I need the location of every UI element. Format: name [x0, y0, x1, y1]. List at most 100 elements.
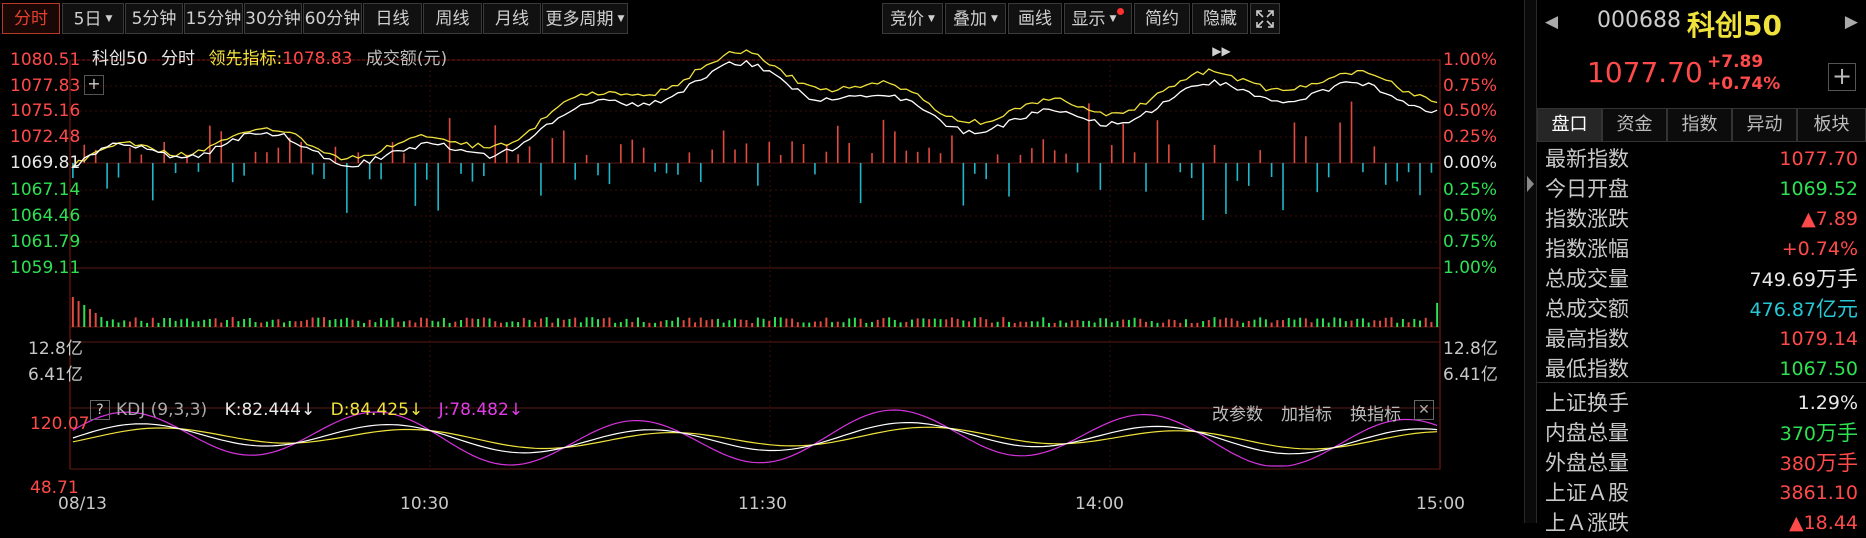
- pct-tick: 0.75%: [1443, 232, 1498, 252]
- price-tick: 1080.51: [10, 50, 81, 70]
- auction-label: 竞价: [890, 9, 925, 30]
- pct-tick: 1.00%: [1443, 50, 1498, 70]
- notification-dot-icon: [1117, 8, 1125, 15]
- fullscreen-icon: [1256, 10, 1274, 28]
- legend-mode: 分时: [161, 49, 196, 69]
- time-axis-1500: 15:00: [1416, 494, 1465, 514]
- collapse-arrow-icon[interactable]: [1527, 176, 1534, 192]
- chevron-down-icon: ▼: [1109, 14, 1117, 24]
- quote-row-unit: 万手: [1816, 421, 1858, 445]
- period-30min-button[interactable]: 30分钟: [244, 3, 302, 34]
- pct-tick: 0.25%: [1443, 180, 1498, 200]
- period-15min-button[interactable]: 15分钟: [184, 3, 243, 34]
- quote-row: 今日开盘 1069.52: [1545, 174, 1858, 204]
- quote-row-unit: 亿元: [1816, 297, 1858, 321]
- quote-row-value: 370万手: [1780, 418, 1858, 449]
- quote-row: 上证换手 1.29%: [1545, 388, 1858, 418]
- quote-row: 上证Ａ股 3861.10: [1545, 478, 1858, 508]
- kdj-axis-top: 120.07: [30, 414, 90, 434]
- fullscreen-button[interactable]: [1250, 3, 1280, 34]
- intraday-chart[interactable]: [0, 38, 1524, 523]
- quote-row-key: 上证Ａ股: [1545, 481, 1629, 505]
- quote-row-value: 749.69万手: [1750, 264, 1858, 295]
- period-month-button[interactable]: 月线: [483, 3, 541, 34]
- quote-row-key: 指数涨跌: [1545, 207, 1629, 231]
- quote-row-value: 1067.50: [1779, 354, 1858, 384]
- overlay-button[interactable]: 叠加 ▼: [945, 3, 1006, 34]
- quote-row-key: 今日开盘: [1545, 177, 1629, 201]
- period-more-button[interactable]: 更多周期 ▼: [542, 3, 628, 34]
- price-tick: 1059.11: [10, 258, 81, 278]
- kdj-d-value: D:84.425↓: [330, 400, 424, 420]
- kdj-k-line: [72, 422, 1438, 455]
- period-day-button[interactable]: 日线: [363, 3, 422, 34]
- quote-row-number: 380: [1779, 453, 1816, 475]
- quote-row-number: 1067.50: [1779, 358, 1858, 380]
- pct-tick: 0.50%: [1443, 206, 1498, 226]
- pct-tick: 0.75%: [1443, 76, 1498, 96]
- next-stock-icon[interactable]: ▶: [1845, 12, 1858, 32]
- period-5min-button[interactable]: 5分钟: [125, 3, 183, 34]
- draw-line-button[interactable]: 画线: [1008, 3, 1062, 34]
- quote-row-key: 最低指数: [1545, 357, 1629, 381]
- add-plus-icon[interactable]: +: [84, 75, 104, 95]
- quote-change: +7.89: [1707, 52, 1764, 72]
- price-tick: 1064.46: [10, 206, 81, 226]
- time-axis-1400: 14:00: [1075, 494, 1124, 514]
- quote-row-number: 476.87: [1749, 299, 1816, 321]
- quote-row-number: 1079.14: [1779, 328, 1858, 350]
- quote-name: 科创50: [1687, 9, 1782, 42]
- price-tick: 1072.48: [10, 127, 81, 147]
- quote-row: 外盘总量 380万手: [1545, 448, 1858, 478]
- period-more-label: 更多周期: [545, 9, 614, 30]
- close-icon[interactable]: ✕: [1414, 400, 1434, 420]
- quote-row-key: 最高指数: [1545, 327, 1629, 351]
- quote-row-number: +0.74%: [1781, 238, 1858, 260]
- period-5day-button[interactable]: 5日 ▼: [62, 3, 124, 34]
- kdj-title: KDJ (9,3,3): [116, 400, 208, 420]
- quote-row: 上Ａ涨跌 ▲18.44: [1545, 508, 1858, 538]
- hide-button[interactable]: 隐藏▶▶: [1192, 3, 1248, 58]
- quote-row-number: 1.29%: [1797, 392, 1858, 414]
- simple-button[interactable]: 简约: [1134, 3, 1190, 34]
- quote-row-key: 上证换手: [1545, 391, 1629, 415]
- chevron-down-icon: ▼: [105, 14, 113, 24]
- quote-row-key: 指数涨幅: [1545, 237, 1629, 261]
- price-tick: 1077.83: [10, 76, 81, 96]
- tab-index[interactable]: 指数: [1667, 108, 1732, 142]
- period-fenshi-button[interactable]: 分时: [2, 3, 60, 34]
- quote-row-value: 476.87亿元: [1750, 294, 1858, 325]
- kdj-add-indicator-link[interactable]: 加指标: [1281, 400, 1332, 425]
- quote-row-number: 1069.52: [1779, 178, 1858, 200]
- quote-row-key: 内盘总量: [1545, 421, 1629, 445]
- legend-leading-value: 1078.83: [282, 49, 353, 69]
- volume-axis-mid: 6.41亿: [28, 365, 83, 385]
- display-label: 显示: [1071, 9, 1106, 30]
- period-60min-button[interactable]: 60分钟: [303, 3, 362, 34]
- help-icon[interactable]: ?: [90, 400, 110, 420]
- period-week-button[interactable]: 周线: [423, 3, 482, 34]
- panel-divider[interactable]: [1524, 0, 1537, 523]
- tab-sector[interactable]: 板块: [1797, 108, 1866, 142]
- quote-row-key: 外盘总量: [1545, 451, 1629, 475]
- tab-funds[interactable]: 资金: [1602, 108, 1667, 142]
- kdj-switch-indicator-link[interactable]: 换指标: [1350, 400, 1401, 425]
- add-watchlist-icon[interactable]: +: [1828, 63, 1856, 91]
- chart-legend: 科创50 分时 领先指标:1078.83 成交额(元): [92, 44, 447, 69]
- volume-axis-top: 12.8亿: [28, 339, 83, 359]
- time-axis-1130: 11:30: [738, 494, 787, 514]
- kdj-header: KDJ (9,3,3) K:82.444↓ D:84.425↓ J:78.482…: [116, 400, 523, 420]
- prev-stock-icon[interactable]: ◀: [1545, 12, 1558, 32]
- quote-row: 总成交额 476.87亿元: [1545, 294, 1858, 324]
- tab-pankou[interactable]: 盘口: [1537, 108, 1602, 142]
- period-5day-label: 5日: [73, 9, 102, 30]
- quote-code: 000688: [1597, 8, 1681, 33]
- auction-button[interactable]: 竞价 ▼: [882, 3, 943, 34]
- kdj-modify-params-link[interactable]: 改参数: [1212, 400, 1263, 425]
- legend-index-name: 科创50: [92, 49, 148, 69]
- quote-separator: [1537, 382, 1866, 383]
- quote-row-number: ▲18.44: [1788, 512, 1858, 534]
- tab-anomaly[interactable]: 异动: [1732, 108, 1797, 142]
- display-button[interactable]: 显示 ▼: [1064, 3, 1132, 34]
- quote-row-number: ▲7.89: [1801, 208, 1858, 230]
